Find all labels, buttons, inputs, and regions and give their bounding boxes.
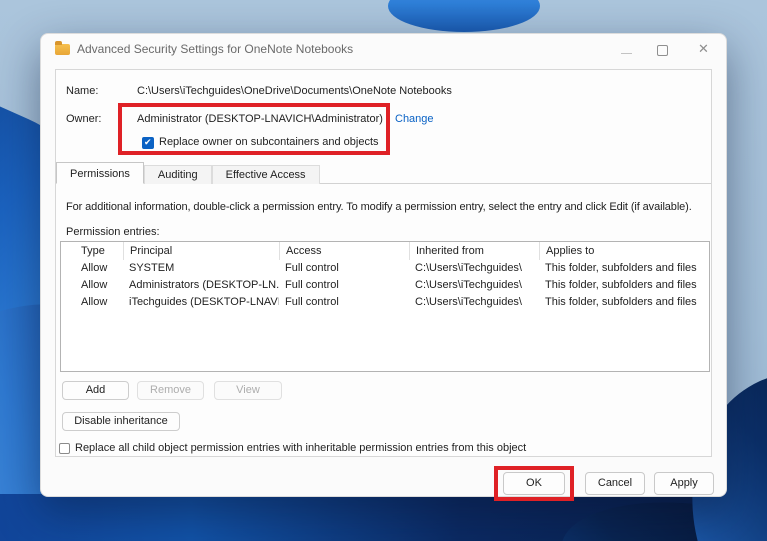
table-row[interactable]: Allow SYSTEM Full control C:\Users\iTech… (61, 260, 709, 277)
two-users-icon (64, 263, 80, 275)
replace-child-checkbox[interactable] (59, 443, 70, 454)
tab-effective-access[interactable]: Effective Access (212, 165, 320, 184)
advanced-security-settings-dialog: Advanced Security Settings for OneNote N… (40, 33, 727, 497)
disable-inheritance-button[interactable]: Disable inheritance (62, 412, 180, 431)
cell-access: Full control (279, 294, 409, 311)
cell-inherited-from: C:\Users\iTechguides\ (409, 260, 539, 277)
maximize-icon[interactable] (657, 45, 668, 56)
name-value: C:\Users\iTechguides\OneDrive\Documents\… (137, 85, 452, 97)
cell-principal: Administrators (DESKTOP-LN... (123, 277, 279, 294)
cell-principal: iTechguides (DESKTOP-LNAVI... (123, 294, 279, 311)
column-header-type[interactable]: Type (61, 242, 123, 260)
cell-applies-to: This folder, subfolders and files (539, 277, 709, 294)
column-header-access[interactable]: Access (279, 242, 409, 260)
ok-button[interactable]: OK (503, 472, 565, 495)
replace-owner-label: Replace owner on subcontainers and objec… (159, 136, 379, 148)
wallpaper-petal (388, 0, 540, 32)
owner-label: Owner: (66, 113, 101, 125)
column-header-applies-to[interactable]: Applies to (539, 242, 709, 260)
tab-bar: Permissions Auditing Effective Access (56, 162, 320, 184)
info-text: For additional information, double-click… (66, 201, 692, 213)
change-owner-link[interactable]: Change (395, 113, 434, 125)
desktop-background: Advanced Security Settings for OneNote N… (0, 0, 767, 541)
view-button[interactable]: View (214, 381, 282, 400)
table-header: Type Principal Access Inherited from App… (61, 242, 709, 260)
replace-child-label: Replace all child object permission entr… (75, 442, 526, 454)
remove-button[interactable]: Remove (137, 381, 204, 400)
window-title: Advanced Security Settings for OneNote N… (77, 42, 353, 56)
table-row[interactable]: Allow Administrators (DESKTOP-LN... Full… (61, 277, 709, 294)
column-header-inherited-from[interactable]: Inherited from (409, 242, 539, 260)
user-icon (64, 297, 80, 309)
permission-entries-label: Permission entries: (66, 226, 160, 238)
cell-inherited-from: C:\Users\iTechguides\ (409, 294, 539, 311)
permission-entries-table[interactable]: Type Principal Access Inherited from App… (60, 241, 710, 372)
cell-applies-to: This folder, subfolders and files (539, 260, 709, 277)
folder-icon (55, 44, 70, 55)
owner-value: Administrator (DESKTOP-LNAVICH\Administr… (137, 113, 383, 125)
cancel-button[interactable]: Cancel (585, 472, 645, 495)
two-users-icon (64, 280, 80, 292)
cell-access: Full control (279, 260, 409, 277)
cell-inherited-from: C:\Users\iTechguides\ (409, 277, 539, 294)
column-header-principal[interactable]: Principal (123, 242, 279, 260)
replace-owner-checkbox[interactable] (142, 137, 154, 149)
cell-principal: SYSTEM (123, 260, 279, 277)
tab-auditing[interactable]: Auditing (144, 165, 212, 184)
table-row[interactable]: Allow iTechguides (DESKTOP-LNAVI... Full… (61, 294, 709, 311)
content-panel: Name: C:\Users\iTechguides\OneDrive\Docu… (55, 69, 712, 457)
apply-button[interactable]: Apply (654, 472, 714, 495)
minimize-icon[interactable] (621, 53, 632, 54)
cell-applies-to: This folder, subfolders and files (539, 294, 709, 311)
tab-permissions[interactable]: Permissions (56, 162, 144, 184)
cell-access: Full control (279, 277, 409, 294)
add-button[interactable]: Add (62, 381, 129, 400)
title-bar[interactable]: Advanced Security Settings for OneNote N… (41, 34, 726, 64)
name-label: Name: (66, 85, 98, 97)
close-icon[interactable]: ✕ (698, 41, 709, 57)
